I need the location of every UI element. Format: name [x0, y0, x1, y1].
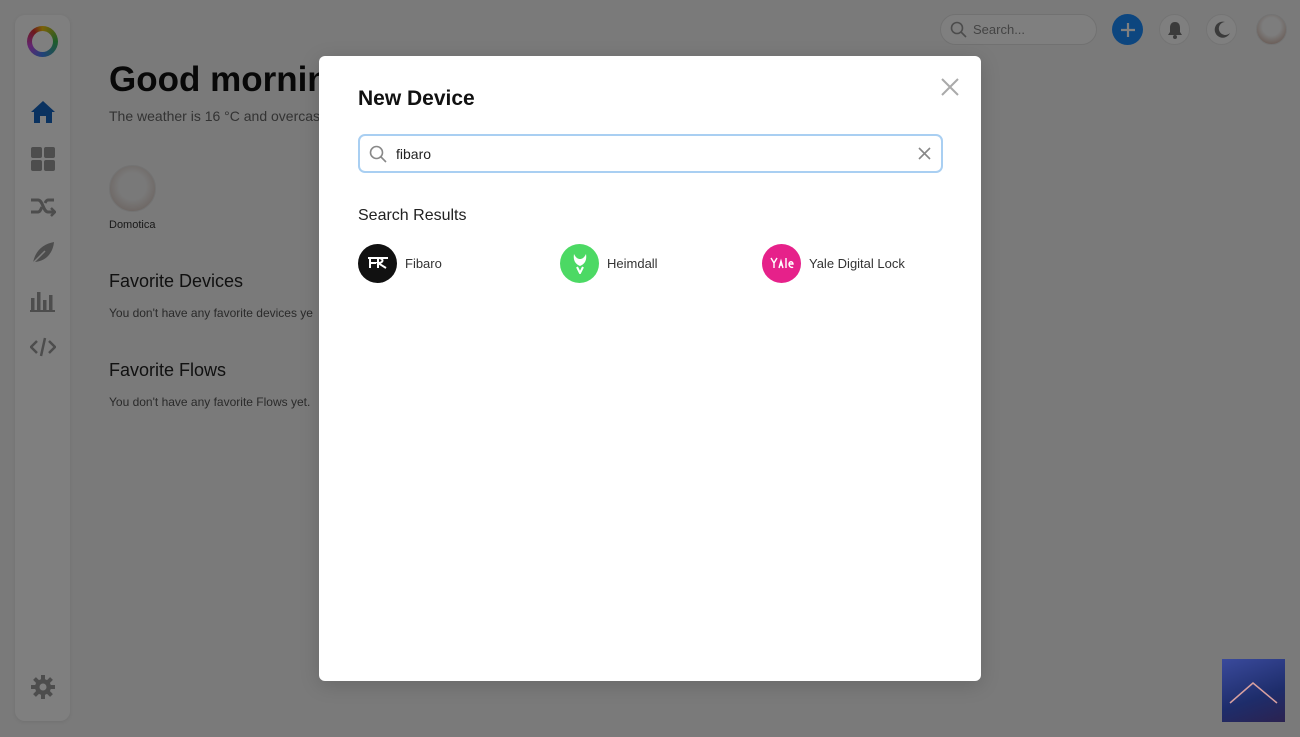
dialog-title: New Device — [358, 87, 475, 110]
fibaro-logo-icon — [358, 243, 397, 283]
scroll-up-icon — [1229, 682, 1278, 704]
result-label: Yale Digital Lock — [809, 255, 905, 271]
corner-thumbnail[interactable] — [1222, 659, 1285, 722]
clear-search-button[interactable] — [916, 145, 933, 162]
device-search-field[interactable] — [358, 134, 943, 173]
result-fibaro[interactable]: Fibaro — [358, 243, 442, 283]
new-device-dialog: New Device Search Results Fibaro — [319, 56, 981, 681]
result-yale-digital-lock[interactable]: Yale Digital Lock — [762, 243, 905, 283]
result-label: Heimdall — [607, 255, 658, 271]
search-icon — [369, 145, 387, 163]
clear-icon — [918, 147, 931, 160]
heimdall-logo-icon — [560, 243, 599, 283]
result-label: Fibaro — [405, 255, 442, 271]
result-heimdall[interactable]: Heimdall — [560, 243, 658, 283]
device-search-input[interactable] — [396, 145, 876, 162]
search-results-title: Search Results — [358, 207, 467, 224]
yale-logo-icon — [762, 243, 801, 283]
close-button[interactable] — [939, 76, 961, 98]
close-icon — [941, 78, 959, 96]
